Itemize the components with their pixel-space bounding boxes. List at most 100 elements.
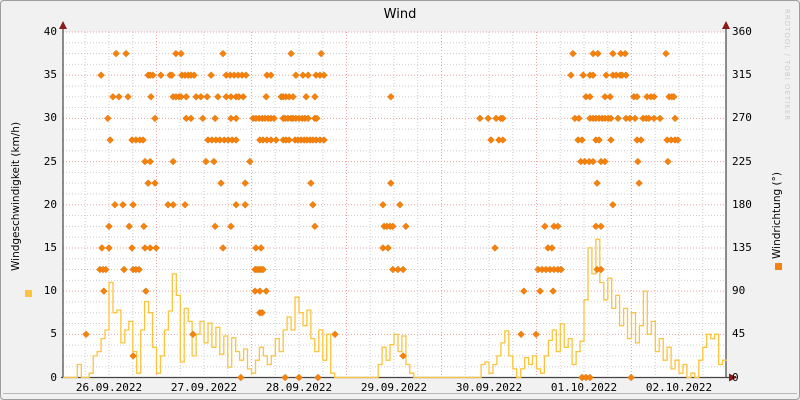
- wind-direction-point: [203, 93, 211, 101]
- wind-direction-point: [106, 136, 114, 144]
- wind-direction-point: [314, 373, 322, 382]
- wind-direction-point: [292, 71, 300, 79]
- wind-direction-point: [197, 93, 205, 101]
- wind-direction-point: [607, 136, 615, 144]
- wind-direction-point: [317, 49, 325, 58]
- wind-direction-point: [151, 114, 159, 123]
- wind-direction-point: [311, 222, 319, 231]
- wind-direction-point: [111, 200, 119, 209]
- wind-direction-point: [634, 157, 642, 166]
- chart-canvas: [59, 21, 737, 382]
- wind-direction-point: [217, 179, 225, 187]
- wind-direction-point: [232, 200, 240, 209]
- left-axis-tick-label: 20: [43, 197, 57, 211]
- wind-direction-point: [307, 179, 315, 187]
- wind-direction-point: [664, 157, 672, 166]
- left-axis-label: Windgeschwindigkeit (km/h): [10, 121, 22, 271]
- wind-direction-point: [379, 200, 387, 209]
- wind-direction-point: [210, 157, 218, 166]
- wind-direction-point: [105, 222, 113, 231]
- wind-direction-point: [567, 71, 575, 79]
- wind-direction-point: [115, 93, 123, 101]
- wind-direction-point: [189, 330, 197, 339]
- wind-direction-point: [214, 93, 222, 101]
- right-axis-arrow: [722, 21, 730, 29]
- wind-direction-point: [609, 49, 617, 58]
- wind-direction-point: [267, 71, 275, 79]
- wind-direction-point: [532, 330, 540, 339]
- wind-direction-point: [128, 244, 136, 252]
- wind-direction-point: [635, 179, 643, 187]
- wind-direction-point: [104, 114, 112, 123]
- wind-direction-point: [199, 114, 207, 123]
- left-axis-tick-label: 5: [50, 327, 57, 341]
- left-axis-tick-label: 0: [50, 370, 57, 384]
- wind-direction-point: [182, 93, 190, 101]
- wind-direction-point: [399, 265, 407, 274]
- right-axis-tick-label: 270: [732, 111, 752, 125]
- wind-direction-point: [287, 49, 295, 58]
- right-axis-tick-label: 90: [732, 284, 746, 298]
- wind-direction-point: [593, 179, 601, 187]
- wind-direction-point: [621, 49, 629, 58]
- wind-direction-point: [144, 179, 152, 187]
- wind-direction-point: [637, 136, 645, 144]
- wind-direction-point: [281, 373, 289, 382]
- wind-direction-point: [614, 114, 622, 123]
- right-axis-tick-label: 0: [732, 370, 739, 384]
- wind-direction-point: [207, 71, 215, 79]
- wind-direction-point: [311, 93, 319, 101]
- wind-direction-point: [272, 136, 280, 144]
- wind-direction-point: [119, 200, 127, 209]
- wind-direction-point: [575, 114, 583, 123]
- wind-direction-point: [520, 287, 528, 295]
- wind-direction-point: [597, 222, 605, 231]
- wind-direction-point: [219, 244, 227, 252]
- wind-direction-point: [602, 71, 610, 79]
- wind-direction-point: [384, 244, 392, 252]
- left-axis-tick-label: 15: [43, 240, 57, 254]
- wind-direction-point: [548, 244, 556, 252]
- wind-direction-point: [589, 157, 597, 166]
- right-axis-label: Windrichtung (°): [771, 172, 783, 259]
- left-axis-tick-label: 40: [43, 25, 57, 38]
- wind-direction-point: [125, 222, 133, 231]
- wind-direction-point: [227, 222, 235, 231]
- wind-direction-point: [122, 49, 130, 58]
- wind-direction-point: [331, 330, 339, 339]
- wind-direction-point: [499, 136, 507, 144]
- left-axis-tick-label: 25: [43, 154, 57, 168]
- wind-direction-point: [320, 136, 328, 144]
- wind-direction-point: [97, 71, 105, 79]
- wind-direction-point: [211, 114, 219, 123]
- wind-direction-point: [129, 200, 137, 209]
- wind-direction-point: [98, 244, 106, 252]
- wind-direction-point: [239, 93, 247, 101]
- wind-direction-point: [82, 330, 90, 339]
- wind-direction-point: [597, 265, 605, 274]
- wind-direction-point: [157, 71, 165, 79]
- left-axis-tick-label: 10: [43, 284, 57, 298]
- wind-direction-point: [242, 71, 250, 79]
- wind-direction-point: [219, 49, 227, 58]
- wind-direction-point: [181, 200, 189, 209]
- wind-direction-point: [262, 93, 270, 101]
- wind-direction-point: [256, 287, 264, 295]
- wind-direction-point: [387, 93, 395, 101]
- wind-direction-point: [177, 49, 185, 58]
- wind-direction-point: [656, 114, 664, 123]
- wind-direction-point: [302, 93, 310, 101]
- wind-direction-point: [241, 200, 249, 209]
- wind-direction-point: [609, 200, 617, 209]
- wind-direction-point: [586, 93, 594, 101]
- right-axis-tick-label: 315: [732, 68, 752, 82]
- wind-direction-point: [586, 373, 594, 382]
- wind-direction-point: [554, 222, 562, 231]
- wind-direction-point: [304, 71, 312, 79]
- wind-direction-point: [105, 244, 113, 252]
- right-axis-tick-label: 135: [732, 240, 752, 254]
- wind-direction-point: [246, 157, 254, 166]
- right-axis-tick-label: 45: [732, 327, 746, 341]
- wind-direction-point: [146, 157, 154, 166]
- wind-direction-point: [140, 222, 148, 231]
